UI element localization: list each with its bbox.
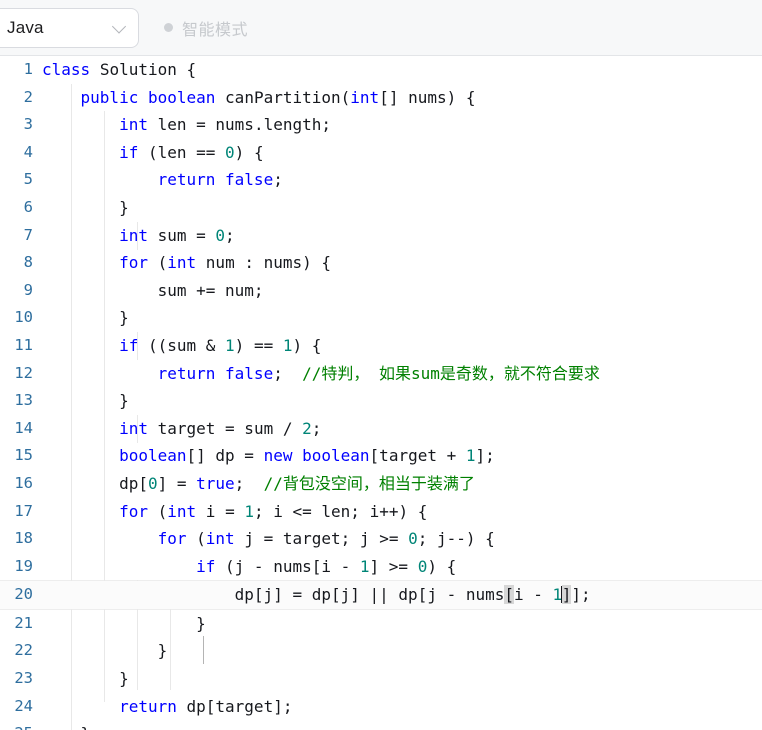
code-line-20[interactable]: dp[j] = dp[j] || dp[j - nums[i - 1]]; <box>42 580 762 610</box>
code-line-11[interactable]: if ((sum & 1) == 1) { <box>42 332 762 360</box>
line-number: 16 <box>14 473 33 492</box>
code-row: 19 if (j - nums[i - 1] >= 0) { <box>0 553 762 581</box>
smart-mode-label: 智能模式 <box>182 21 249 39</box>
code-line-23[interactable]: } <box>42 665 762 693</box>
code-row: 8 for (int num : nums) { <box>0 249 762 277</box>
code-row: 11 if ((sum & 1) == 1) { <box>0 332 762 360</box>
line-number: 3 <box>23 115 33 134</box>
code-row: 24 return dp[target]; <box>0 693 762 721</box>
code-line-2[interactable]: public boolean canPartition(int[] nums) … <box>42 84 762 112</box>
code-row: 1 class Solution { <box>0 56 762 84</box>
code-row: 16 dp[0] = true; //背包没空间，相当于装满了 <box>0 470 762 498</box>
code-line-22[interactable]: } <box>42 637 762 665</box>
code-line-1[interactable]: class Solution { <box>42 56 762 84</box>
code-row: 21 } <box>0 609 762 637</box>
line-number: 15 <box>14 446 33 465</box>
code-row: 9 sum += num; <box>0 277 762 305</box>
code-row: 12 return false; //特判， 如果sum是奇数，就不符合要求 <box>0 360 762 388</box>
line-number: 9 <box>23 280 33 299</box>
line-number: 5 <box>23 170 33 189</box>
code-line-7[interactable]: int sum = 0; <box>42 222 762 250</box>
code-line-4[interactable]: if (len == 0) { <box>42 139 762 167</box>
code-line-25[interactable]: } <box>42 720 762 730</box>
code-comment: //背包没空间，相当于装满了 <box>263 473 475 493</box>
code-line-5[interactable]: return false; <box>42 166 762 194</box>
code-row: 25 } <box>0 720 762 730</box>
line-number: 14 <box>14 418 33 437</box>
code-line-18[interactable]: for (int j = target; j >= 0; j--) { <box>42 525 762 553</box>
code-line-9[interactable]: sum += num; <box>42 277 762 305</box>
code-line-13[interactable]: } <box>42 387 762 415</box>
code-row: 18 for (int j = target; j >= 0; j--) { <box>0 525 762 553</box>
code-row: 2 public boolean canPartition(int[] nums… <box>0 84 762 112</box>
line-number: 10 <box>14 308 33 327</box>
code-line-19[interactable]: if (j - nums[i - 1] >= 0) { <box>42 553 762 581</box>
line-number: 4 <box>23 142 33 161</box>
line-number: 13 <box>14 391 33 410</box>
bracket-match-close: ] <box>561 585 572 605</box>
line-number: 7 <box>23 225 33 244</box>
code-line-24[interactable]: return dp[target]; <box>42 693 762 721</box>
code-row: 7 int sum = 0; <box>0 222 762 250</box>
smart-mode-indicator[interactable]: 智能模式 <box>164 16 248 40</box>
code-line-6[interactable]: } <box>42 194 762 222</box>
line-number: 2 <box>23 87 33 106</box>
line-number: 25 <box>0 720 42 730</box>
code-lines: 1 class Solution { 2 public boolean canP… <box>0 56 762 730</box>
code-row: 13 } <box>0 387 762 415</box>
code-row: 22 } <box>0 637 762 665</box>
language-selector-value: Java <box>7 17 44 37</box>
line-number: 6 <box>23 197 33 216</box>
line-number: 22 <box>14 641 33 660</box>
code-row: 5 return false; <box>0 166 762 194</box>
code-row: 15 boolean[] dp = new boolean[target + 1… <box>0 442 762 470</box>
code-line-21[interactable]: } <box>42 609 762 637</box>
editor-toolbar: Java 智能模式 <box>0 0 762 56</box>
line-number: 21 <box>14 613 33 632</box>
code-line-3[interactable]: int len = nums.length; <box>42 111 762 139</box>
code-row-active: 20 dp[j] = dp[j] || dp[j - nums[i - 1]]; <box>0 580 762 610</box>
language-selector[interactable]: Java <box>0 7 139 48</box>
code-line-12[interactable]: return false; //特判， 如果sum是奇数，就不符合要求 <box>42 360 762 388</box>
code-editor[interactable]: 1 class Solution { 2 public boolean canP… <box>0 56 762 730</box>
code-line-10[interactable]: } <box>42 304 762 332</box>
code-row: 17 for (int i = 1; i <= len; i++) { <box>0 498 762 526</box>
code-line-8[interactable]: for (int num : nums) { <box>42 249 762 277</box>
code-line-16[interactable]: dp[0] = true; //背包没空间，相当于装满了 <box>42 470 762 498</box>
code-row: 6 } <box>0 194 762 222</box>
bracket-match-open: [ <box>504 585 515 605</box>
code-line-14[interactable]: int target = sum / 2; <box>42 415 762 443</box>
code-row: 14 int target = sum / 2; <box>0 415 762 443</box>
line-number: 12 <box>14 363 33 382</box>
line-number: 1 <box>23 60 33 78</box>
code-row: 4 if (len == 0) { <box>0 139 762 167</box>
code-row: 3 int len = nums.length; <box>0 111 762 139</box>
chevron-down-icon <box>111 18 127 34</box>
line-number: 19 <box>14 556 33 575</box>
line-number: 8 <box>23 253 33 272</box>
code-comment: //特判， 如果sum是奇数，就不符合要求 <box>302 363 600 383</box>
line-number: 20 <box>0 580 42 610</box>
code-line-15[interactable]: boolean[] dp = new boolean[target + 1]; <box>42 442 762 470</box>
line-number: 18 <box>14 529 33 548</box>
line-number: 24 <box>14 696 33 715</box>
code-line-17[interactable]: for (int i = 1; i <= len; i++) { <box>42 498 762 526</box>
line-number: 23 <box>14 669 33 688</box>
code-row: 23 } <box>0 665 762 693</box>
line-number: 17 <box>14 501 33 520</box>
status-dot-icon <box>164 23 173 32</box>
line-number: 11 <box>14 335 33 354</box>
code-row: 10 } <box>0 304 762 332</box>
